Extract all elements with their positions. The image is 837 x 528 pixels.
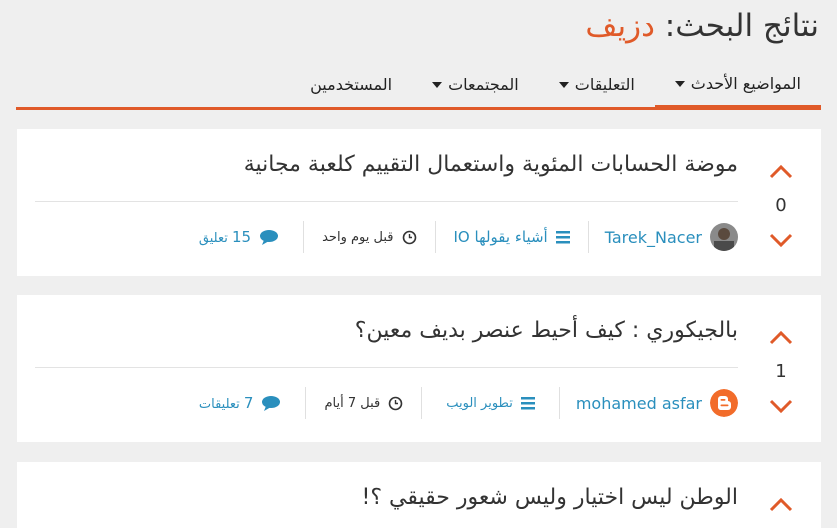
tab-latest-topics[interactable]: المواضيع الأحدث [654,62,821,110]
vote-box [741,462,821,528]
post-time: قبل 7 أيام [324,395,381,411]
result-meta: mohamed asfar تطوير الويب قبل 7 أيام 7 ت… [35,387,738,419]
result-content: بالجيكوري : كيف أحيط عنصر بديف معين؟ moh… [35,295,738,442]
result-content: الوطن ليس اختيار وليس شعور حقيقي ؟! [35,462,738,528]
comment-bubble-icon [260,230,279,245]
author-name[interactable]: Tarek_Nacer [605,228,702,247]
vote-box: 0 [741,129,821,276]
topic-title[interactable]: بالجيكوري : كيف أحيط عنصر بديف معين؟ [355,318,738,343]
divider [303,221,305,253]
clock-icon [402,230,416,244]
divider [434,221,436,253]
community-link[interactable]: أشياء يقولها IO [454,228,548,246]
page-title: نتائج البحث: دزيف [585,8,819,44]
tab-label: التعليقات [574,75,635,94]
tab-comments[interactable]: التعليقات [539,62,655,107]
blogger-avatar-icon [710,389,738,417]
comments-count: 7 [243,394,254,412]
divider [587,221,589,253]
list-icon [555,230,570,243]
result-card: 1 بالجيكوري : كيف أحيط عنصر بديف معين؟ m… [17,295,821,442]
comments-label: تعليقات [198,397,240,412]
topic-title[interactable]: موضة الحسابات المئوية واستعمال التقييم ك… [244,152,738,177]
clock-icon [388,396,403,410]
divider [305,387,307,419]
list-icon [520,396,535,409]
comments-link[interactable]: 7 تعليقات [199,394,254,412]
time-block: قبل يوم واحد [304,221,434,253]
comments-block[interactable]: 7 تعليقات [175,387,306,419]
divider [558,387,560,419]
search-query: دزيف [585,8,655,44]
result-card: الوطن ليس اختيار وليس شعور حقيقي ؟! [17,462,821,528]
tab-label: المجتمعات [448,75,519,94]
title-prefix: نتائج البحث: [664,8,820,44]
chevron-up-icon[interactable] [768,325,794,351]
topic-title[interactable]: الوطن ليس اختيار وليس شعور حقيقي ؟! [362,485,738,510]
tab-communities[interactable]: المجتمعات [412,62,539,107]
divider [421,387,423,419]
caret-down-icon [432,81,443,88]
community-block[interactable]: أشياء يقولها IO [436,221,588,253]
comment-bubble-icon [262,396,281,411]
time-block: قبل 7 أيام [306,387,421,419]
divider [35,201,738,202]
caret-down-icon [558,81,569,88]
post-time: قبل يوم واحد [322,229,394,245]
author-block[interactable]: mohamed asfar [560,387,738,419]
tab-label: المستخدمين [310,75,393,94]
search-tabs: المواضيع الأحدث التعليقات المجتمعات المس… [16,62,821,110]
comments-count: 15 [232,228,252,246]
chevron-up-icon[interactable] [768,492,794,518]
comments-label: تعليق [198,231,228,246]
result-card: 0 موضة الحسابات المئوية واستعمال التقييم… [17,129,821,276]
author-block[interactable]: Tarek_Nacer [589,221,738,253]
community-block[interactable]: تطوير الويب [422,387,559,419]
author-name[interactable]: mohamed asfar [576,394,702,413]
vote-count: 1 [775,361,787,382]
community-link[interactable]: تطوير الويب [446,396,513,411]
tab-users[interactable]: المستخدمين [290,62,412,107]
tab-label: المواضيع الأحدث [690,74,801,93]
chevron-up-icon[interactable] [768,159,794,185]
result-content: موضة الحسابات المئوية واستعمال التقييم ك… [35,129,738,276]
chevron-down-icon[interactable] [768,393,794,419]
vote-box: 1 [741,295,821,442]
comments-block[interactable]: 15 تعليق [175,221,303,253]
avatar [710,223,738,251]
result-meta: Tarek_Nacer أشياء يقولها IO قبل يوم واحد [35,221,738,253]
caret-down-icon [674,80,685,87]
comments-link[interactable]: 15 تعليق [199,228,251,246]
divider [35,367,738,368]
vote-count: 0 [775,195,787,216]
chevron-down-icon[interactable] [768,227,794,253]
